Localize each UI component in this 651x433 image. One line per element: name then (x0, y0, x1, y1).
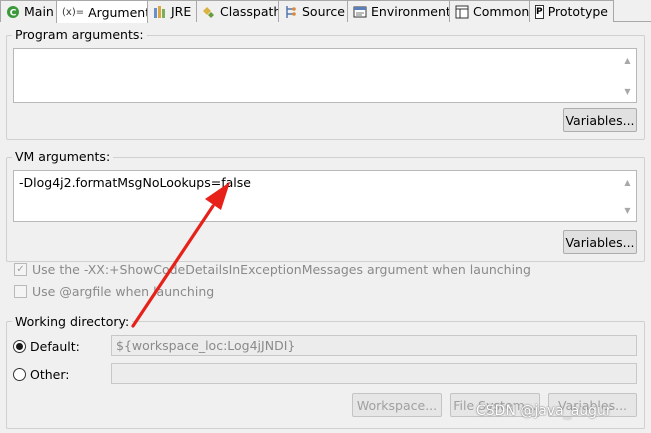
annotation-arrow-icon (131, 182, 230, 328)
watermark-text: CSDN @java_augur (476, 403, 612, 419)
